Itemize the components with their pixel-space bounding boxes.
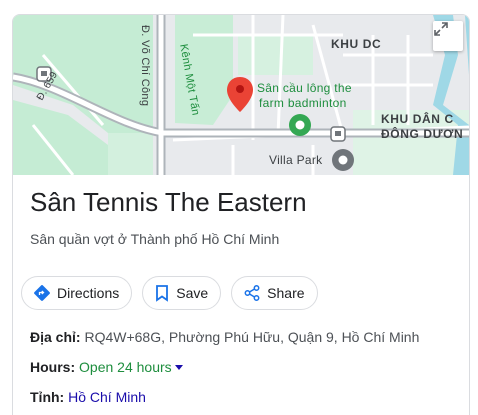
- address-value: RQ4W+68G, Phường Phú Hữu, Quận 9, Hồ Chí…: [84, 329, 420, 345]
- map-graphic: [13, 15, 469, 175]
- hours-label: Hours:: [30, 359, 76, 375]
- share-button[interactable]: Share: [231, 276, 318, 310]
- province-row: Tỉnh: Hồ Chí Minh: [30, 389, 146, 405]
- map-label-khu-dan-2: ĐÔNG DƯƠN: [381, 127, 464, 141]
- share-label: Share: [267, 285, 305, 301]
- map-preview[interactable]: KHU DC Đ. Võ Chí Công Kênh Một Tấn Đ. 65…: [13, 15, 469, 175]
- action-bar: Directions Save Share: [21, 276, 318, 310]
- bookmark-icon: [156, 285, 169, 302]
- share-icon: [244, 285, 260, 301]
- province-label: Tỉnh:: [30, 389, 65, 405]
- place-subtitle: Sân quần vợt ở Thành phố Hồ Chí Minh: [30, 231, 280, 247]
- address-row: Địa chỉ: RQ4W+68G, Phường Phú Hữu, Quận …: [30, 329, 419, 345]
- hours-dropdown-icon[interactable]: [174, 364, 183, 370]
- map-label-poi-line1: Sân cầu lông the: [257, 81, 352, 95]
- address-label: Địa chỉ:: [30, 329, 81, 345]
- hours-row: Hours: Open 24 hours: [30, 359, 183, 375]
- place-title: Sân Tennis The Eastern: [30, 187, 307, 217]
- place-card: KHU DC Đ. Võ Chí Công Kênh Một Tấn Đ. 65…: [12, 14, 470, 415]
- save-label: Save: [176, 285, 209, 301]
- directions-icon: [34, 285, 50, 301]
- expand-icon: [434, 22, 448, 36]
- directions-label: Directions: [57, 285, 120, 301]
- province-link[interactable]: Hồ Chí Minh: [68, 389, 146, 405]
- directions-button[interactable]: Directions: [21, 276, 133, 310]
- map-label-poi-line2: farm badminton: [259, 96, 347, 110]
- map-label-villa-park: Villa Park: [269, 153, 323, 167]
- expand-map-button[interactable]: [433, 21, 463, 51]
- map-label-khu-dc: KHU DC: [331, 37, 382, 51]
- save-button[interactable]: Save: [142, 276, 222, 310]
- map-label-khu-dan-1: KHU DÂN C: [381, 112, 454, 126]
- hours-value[interactable]: Open 24 hours: [79, 359, 172, 375]
- map-label-vo-chi-cong: Đ. Võ Chí Công: [139, 25, 151, 107]
